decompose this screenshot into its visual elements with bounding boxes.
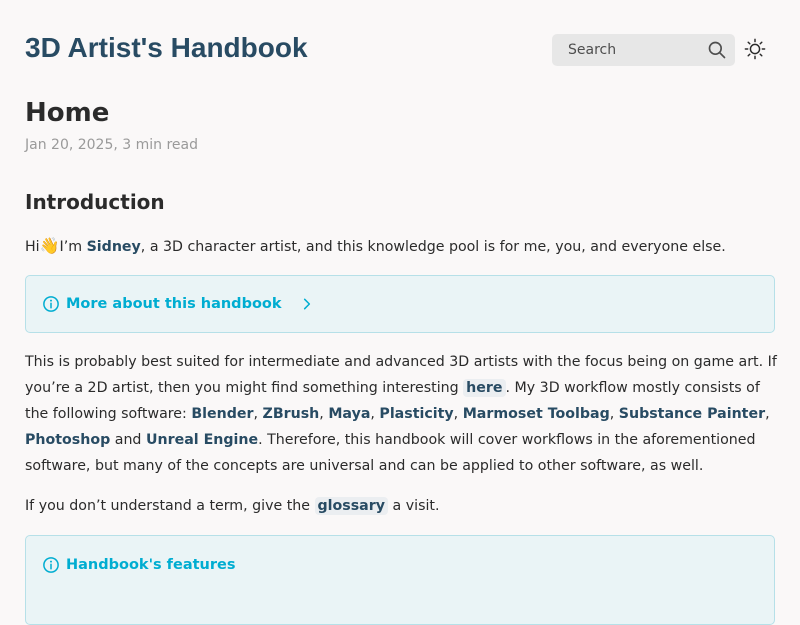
section-heading-introduction: Introduction [25,190,165,214]
link-photoshop[interactable]: Photoshop [25,432,110,448]
callout-title: Handbook's features [66,557,236,573]
separator: , [765,406,770,422]
sun-icon[interactable] [744,38,766,60]
link-plasticity[interactable]: Plasticity [379,406,453,422]
separator: , [319,406,329,422]
callout-more-about[interactable]: More about this handbook [25,275,775,333]
callout-header[interactable]: Handbook's features [42,556,235,574]
link-unreal-engine[interactable]: Unreal Engine [146,432,258,448]
link-glossary[interactable]: glossary [314,497,389,515]
link-sidney[interactable]: Sidney [87,239,141,255]
info-icon [43,557,59,573]
link-zbrush[interactable]: ZBrush [263,406,320,422]
text: and [110,432,146,448]
callout-features[interactable]: Handbook's features [25,535,775,625]
search-bar[interactable]: Search [552,34,735,66]
separator: , [453,406,463,422]
text: I’m [59,239,87,255]
workflow-paragraph: This is probably best suited for interme… [25,349,777,479]
text: a visit. [388,498,440,514]
info-icon [43,296,59,312]
callout-header[interactable]: More about this handbook [42,295,314,313]
link-here[interactable]: here [463,379,506,397]
search-icon[interactable] [707,40,727,60]
chevron-right-icon[interactable] [300,297,314,311]
separator: , [253,406,263,422]
site-title[interactable]: 3D Artist's Handbook [25,32,308,64]
link-blender[interactable]: Blender [191,406,253,422]
intro-paragraph: Hi👋I’m Sidney, a 3D character artist, an… [25,233,777,260]
wave-emoji: 👋 [39,236,60,255]
text: Hi [25,239,40,255]
callout-title: More about this handbook [66,296,282,312]
link-maya[interactable]: Maya [328,406,370,422]
page-meta: Jan 20, 2025, 3 min read [25,137,199,153]
search-placeholder: Search [568,42,617,58]
text: If you don’t understand a term, give the [25,498,315,514]
page-title: Home [25,98,110,128]
separator: , [609,406,619,422]
link-marmoset-toolbag[interactable]: Marmoset Toolbag [463,406,610,422]
glossary-paragraph: If you don’t understand a term, give the… [25,493,777,519]
link-substance-painter[interactable]: Substance Painter [619,406,765,422]
text: , a 3D character artist, and this knowle… [140,239,726,255]
